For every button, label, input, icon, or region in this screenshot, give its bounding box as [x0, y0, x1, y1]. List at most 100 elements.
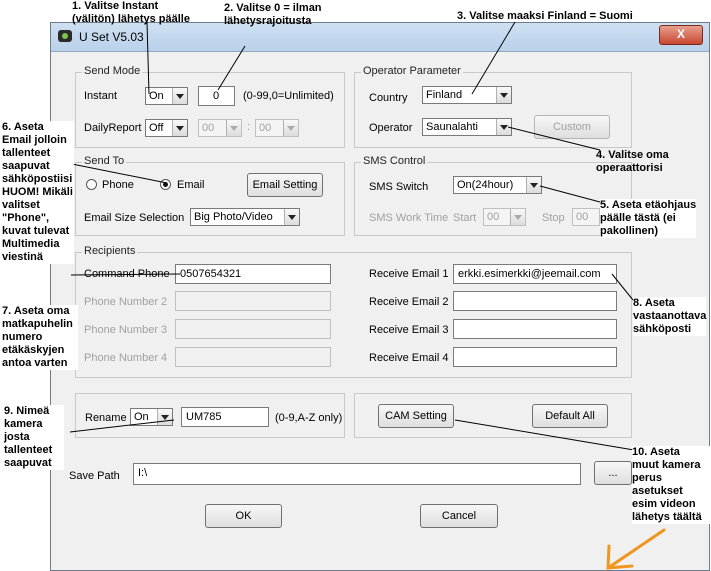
- browse-button[interactable]: ...: [594, 461, 632, 485]
- rename-label: Rename: [85, 412, 127, 424]
- app-icon: [58, 30, 72, 42]
- annotation-1: 1. Valitse Instant (välitön) lähetys pää…: [72, 0, 190, 25]
- daily-report-select[interactable]: Off: [145, 119, 188, 137]
- phone-number-2-label: Phone Number 2: [84, 296, 168, 308]
- sms-stop-value: 00: [576, 211, 589, 223]
- ok-button[interactable]: OK: [205, 504, 282, 528]
- phone-radio-label: Phone: [102, 179, 134, 191]
- daily-report-label: DailyReport: [84, 122, 142, 134]
- receive-email-3-label: Receive Email 3: [369, 324, 449, 336]
- country-value: Finland: [426, 89, 463, 101]
- phone-radio[interactable]: [86, 179, 97, 190]
- operator-value: Saunalahti: [426, 121, 478, 133]
- sms-switch-select[interactable]: On(24hour): [453, 176, 542, 194]
- annotation-4: 4. Valitse oma operaattorisi: [596, 149, 669, 174]
- instant-select[interactable]: On: [145, 87, 188, 105]
- chevron-down-icon: [284, 209, 299, 225]
- annotation-3: 3. Valitse maaksi Finland = Suomi: [457, 10, 633, 22]
- chevron-down-icon: [510, 209, 525, 225]
- save-path-field[interactable]: I:\: [133, 463, 581, 485]
- receive-email-2-field[interactable]: [453, 291, 617, 311]
- chevron-down-icon: [172, 88, 187, 104]
- receive-email-4-label: Receive Email 4: [369, 352, 449, 364]
- sms-work-time-label: SMS Work Time: [369, 212, 449, 224]
- daily-minute-select[interactable]: 00: [255, 119, 299, 137]
- daily-minute-value: 00: [259, 122, 272, 134]
- annotation-9: 9. Nimeä kamera josta tallenteet saapuva…: [4, 405, 64, 470]
- close-button[interactable]: X: [659, 25, 703, 45]
- cancel-button[interactable]: Cancel: [420, 504, 498, 528]
- operator-select[interactable]: Saunalahti: [422, 118, 512, 136]
- sms-start-label: Start: [453, 212, 477, 224]
- receive-email-3-field[interactable]: [453, 319, 617, 339]
- instant-number-field[interactable]: 0: [198, 86, 235, 106]
- instant-number-value: 0: [213, 90, 220, 102]
- phone-number-4-field[interactable]: [175, 347, 331, 367]
- email-size-value: Big Photo/Video: [194, 211, 273, 223]
- annotation-5: 5. Aseta etäohjaus päälle tästä (ei pako…: [600, 199, 697, 238]
- chevron-down-icon: [172, 120, 187, 136]
- annotation-6: 6. Aseta Email jolloin tallenteet saapuv…: [2, 121, 74, 264]
- phone-number-3-field[interactable]: [175, 319, 331, 339]
- phone-number-3-label: Phone Number 3: [84, 324, 168, 336]
- email-size-label: Email Size Selection: [84, 212, 185, 224]
- send-mode-legend: Send Mode: [82, 65, 143, 77]
- annotation-2: 2. Valitse 0 = ilman lähetysrajoitusta: [224, 2, 322, 27]
- rename-hint: (0-9,A-Z only): [275, 412, 343, 424]
- annotation-7: 7. Aseta oma matkapuhelin numero etäkäsk…: [2, 305, 78, 370]
- sms-stop-label: Stop: [542, 212, 565, 224]
- receive-email-1-field[interactable]: erkki.esimerkki@jeemail.com: [453, 264, 617, 284]
- rename-value: On: [134, 411, 149, 423]
- receive-email-1-value: erkki.esimerkki@jeemail.com: [458, 268, 601, 280]
- cam-setting-button[interactable]: CAM Setting: [378, 404, 454, 428]
- receive-email-2-label: Receive Email 2: [369, 296, 449, 308]
- chevron-down-icon: [496, 87, 511, 103]
- camera-name-field[interactable]: UM785: [181, 407, 269, 427]
- daily-report-value: Off: [149, 122, 164, 134]
- email-radio-label: Email: [177, 179, 205, 191]
- default-all-button[interactable]: Default All: [532, 404, 608, 428]
- sms-stop-select[interactable]: 00: [572, 208, 600, 226]
- rename-select[interactable]: On: [130, 408, 173, 426]
- email-radio[interactable]: [160, 179, 171, 190]
- camera-name-value: UM785: [186, 411, 222, 423]
- annotation-10: 10. Aseta muut kamera perus asetukset es…: [632, 446, 710, 524]
- annotation-8: 8. Aseta vastaanottava sähköposti: [633, 297, 707, 336]
- save-path-label: Save Path: [69, 470, 120, 482]
- save-path-value: I:\: [138, 467, 148, 479]
- sms-control-legend: SMS Control: [361, 155, 428, 167]
- chevron-down-icon: [496, 119, 511, 135]
- phone-number-2-field[interactable]: [175, 291, 331, 311]
- recipients-legend: Recipients: [82, 245, 138, 257]
- email-size-select[interactable]: Big Photo/Video: [190, 208, 300, 226]
- operator-legend: Operator Parameter: [361, 65, 463, 77]
- window-title: U Set V5.03: [79, 30, 144, 44]
- phone-number-4-label: Phone Number 4: [84, 352, 168, 364]
- custom-button[interactable]: Custom: [534, 115, 610, 139]
- title-bar[interactable]: U Set V5.03 X: [51, 23, 709, 52]
- receive-email-1-label: Receive Email 1: [369, 268, 449, 280]
- chevron-down-icon: [526, 177, 541, 193]
- instant-hint: (0-99,0=Unlimited): [243, 90, 334, 102]
- chevron-down-icon: [283, 120, 298, 136]
- chevron-down-icon: [226, 120, 241, 136]
- command-phone-label: Command Phone: [84, 268, 170, 280]
- command-phone-value: 0507654321: [180, 268, 242, 280]
- sms-switch-label: SMS Switch: [369, 181, 429, 193]
- email-setting-button[interactable]: Email Setting: [247, 173, 323, 197]
- operator-label: Operator: [369, 122, 413, 134]
- sms-start-select[interactable]: 00: [483, 208, 526, 226]
- daily-hour-select[interactable]: 00: [198, 119, 242, 137]
- command-phone-field[interactable]: 0507654321: [175, 264, 331, 284]
- daily-hour-value: 00: [202, 122, 215, 134]
- receive-email-4-field[interactable]: [453, 347, 617, 367]
- country-select[interactable]: Finland: [422, 86, 512, 104]
- chevron-down-icon: [157, 409, 172, 425]
- send-to-legend: Send To: [82, 155, 127, 167]
- country-label: Country: [369, 92, 408, 104]
- sms-start-value: 00: [487, 211, 500, 223]
- sms-switch-value: On(24hour): [457, 179, 514, 191]
- instant-label: Instant: [84, 90, 118, 102]
- instant-select-value: On: [149, 90, 164, 102]
- daily-separator: :: [247, 121, 251, 133]
